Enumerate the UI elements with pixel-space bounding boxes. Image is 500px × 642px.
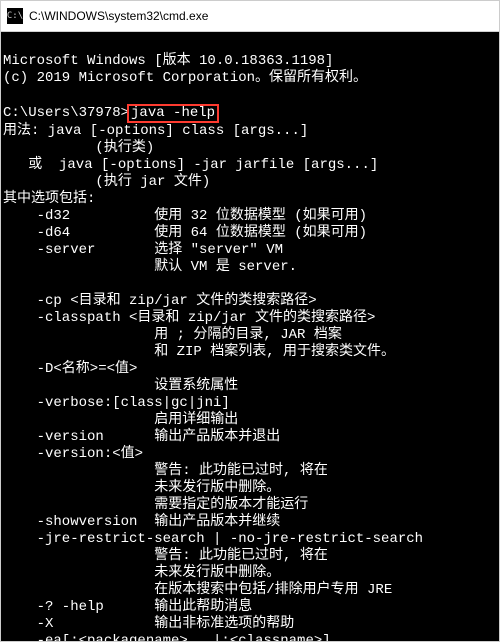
output-line: -D<名称>=<值>: [3, 361, 497, 378]
output-line: [3, 276, 497, 293]
output-line: 未来发行版中删除。: [3, 565, 497, 582]
output-line: -cp <目录和 zip/jar 文件的类搜索路径>: [3, 293, 497, 310]
output-line: -d64 使用 64 位数据模型 (如果可用): [3, 225, 497, 242]
output-line: 和 ZIP 档案列表, 用于搜索类文件。: [3, 344, 497, 361]
output-line: (执行类): [3, 140, 497, 157]
help-output: 用法: java [-options] class [args...] (执行类…: [3, 123, 497, 641]
prompt-line: C:\Users\37978>java -help: [3, 105, 219, 121]
output-line: 启用详细输出: [3, 412, 497, 429]
output-line: -showversion 输出产品版本并继续: [3, 514, 497, 531]
output-line: -X 输出非标准选项的帮助: [3, 616, 497, 633]
output-line: (执行 jar 文件): [3, 174, 497, 191]
output-line: -? -help 输出此帮助消息: [3, 599, 497, 616]
output-line: 其中选项包括:: [3, 191, 497, 208]
output-line: 警告: 此功能已过时, 将在: [3, 548, 497, 565]
output-line: 设置系统属性: [3, 378, 497, 395]
prompt-prefix: C:\Users\37978>: [3, 105, 129, 121]
banner-line: (c) 2019 Microsoft Corporation。保留所有权利。: [3, 70, 367, 86]
output-line: 用法: java [-options] class [args...]: [3, 123, 497, 140]
output-line: -jre-restrict-search | -no-jre-restrict-…: [3, 531, 497, 548]
cmd-icon: C:\: [7, 8, 23, 24]
output-line: -verbose:[class|gc|jni]: [3, 395, 497, 412]
banner-line: Microsoft Windows [版本 10.0.18363.1198]: [3, 53, 333, 69]
window-title: C:\WINDOWS\system32\cmd.exe: [29, 9, 208, 23]
output-line: -version 输出产品版本并退出: [3, 429, 497, 446]
output-line: 或 java [-options] -jar jarfile [args...]: [3, 157, 497, 174]
output-line: 默认 VM 是 server.: [3, 259, 497, 276]
output-line: 警告: 此功能已过时, 将在: [3, 463, 497, 480]
cmd-window: C:\ C:\WINDOWS\system32\cmd.exe Microsof…: [0, 0, 500, 642]
output-line: -server 选择 "server" VM: [3, 242, 497, 259]
output-line: 用 ; 分隔的目录, JAR 档案: [3, 327, 497, 344]
titlebar[interactable]: C:\ C:\WINDOWS\system32\cmd.exe: [1, 1, 499, 32]
output-line: -ea[:<packagename>...|:<classname>]: [3, 633, 497, 641]
output-line: -version:<值>: [3, 446, 497, 463]
output-line: 未来发行版中删除。: [3, 480, 497, 497]
output-line: -d32 使用 32 位数据模型 (如果可用): [3, 208, 497, 225]
output-line: 需要指定的版本才能运行: [3, 497, 497, 514]
terminal-output[interactable]: Microsoft Windows [版本 10.0.18363.1198] (…: [1, 32, 499, 641]
command-highlight: java -help: [127, 104, 219, 123]
output-line: 在版本搜索中包括/排除用户专用 JRE: [3, 582, 497, 599]
blank-line: [3, 87, 11, 103]
output-line: -classpath <目录和 zip/jar 文件的类搜索路径>: [3, 310, 497, 327]
